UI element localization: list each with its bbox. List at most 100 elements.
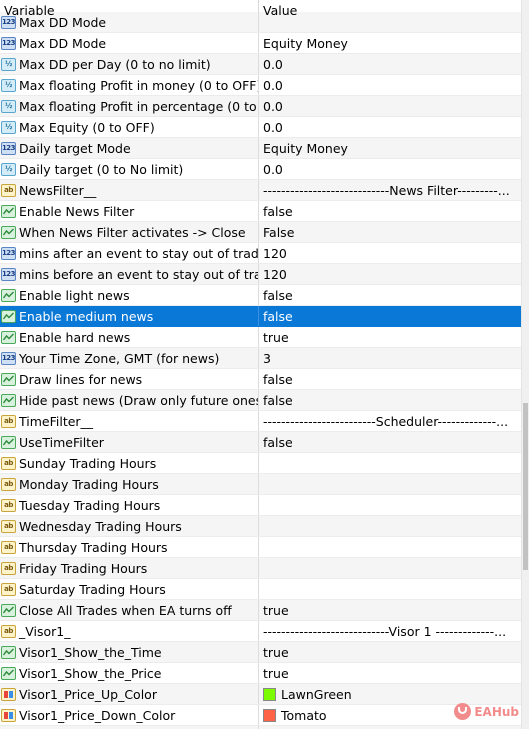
parameter-row[interactable]: ab Wednesday Trading Hours xyxy=(0,516,521,537)
value-cell[interactable]: false xyxy=(259,369,521,389)
value-cell[interactable]: ----------------------------Visor 1 ----… xyxy=(259,621,521,641)
value-cell[interactable] xyxy=(259,558,521,578)
value-cell[interactable]: False xyxy=(259,222,521,242)
parameter-row[interactable]: UseTimeFilter false xyxy=(0,432,521,453)
value-cell[interactable] xyxy=(259,579,521,599)
value-cell[interactable]: true xyxy=(259,600,521,620)
parameter-row[interactable]: 123 Max DD Mode xyxy=(0,12,521,33)
variable-cell[interactable]: ab Saturday Trading Hours xyxy=(0,579,259,599)
variable-cell[interactable]: Enable News Filter xyxy=(0,201,259,221)
parameter-row[interactable]: 123 mins after an event to stay out of tr… xyxy=(0,243,521,264)
color-swatch[interactable] xyxy=(263,708,276,722)
value-cell[interactable]: false xyxy=(259,201,521,221)
variable-cell[interactable]: ab Sunday Trading Hours xyxy=(0,453,259,473)
parameter-row[interactable]: ab Saturday Trading Hours xyxy=(0,579,521,600)
parameter-row[interactable]: ab Friday Trading Hours xyxy=(0,558,521,579)
parameter-row[interactable]: When News Filter activates -> Close False xyxy=(0,222,521,243)
parameter-row[interactable]: Close All Trades when EA turns off true xyxy=(0,600,521,621)
parameter-row[interactable]: ab Thursday Trading Hours xyxy=(0,537,521,558)
value-cell[interactable] xyxy=(259,453,521,473)
variable-cell[interactable]: 123 Max DD Mode xyxy=(0,12,259,32)
value-cell[interactable] xyxy=(259,474,521,494)
variable-cell[interactable]: ab Wednesday Trading Hours xyxy=(0,516,259,536)
value-cell[interactable]: true xyxy=(259,663,521,683)
value-cell[interactable]: 0.0 xyxy=(259,54,521,74)
parameter-row[interactable]: ab Tuesday Trading Hours xyxy=(0,495,521,516)
variable-cell[interactable]: ab Tuesday Trading Hours xyxy=(0,495,259,515)
value-cell[interactable]: Equity Money xyxy=(259,138,521,158)
value-cell[interactable]: 120 xyxy=(259,264,521,284)
value-cell[interactable]: false xyxy=(259,306,521,326)
value-cell[interactable]: false xyxy=(259,390,521,410)
value-cell[interactable] xyxy=(259,495,521,515)
parameter-row[interactable]: ½ Max floating Profit in percentage (0 to… xyxy=(0,96,521,117)
value-cell[interactable]: Equity Money xyxy=(259,33,521,53)
parameter-row[interactable]: 123 Your Time Zone, GMT (for news) 3 xyxy=(0,348,521,369)
value-cell[interactable]: 120 xyxy=(259,243,521,263)
variable-cell[interactable]: 123 mins before an event to stay out of t… xyxy=(0,264,259,284)
parameter-row[interactable]: ½ Max Equity (0 to OFF) 0.0 xyxy=(0,117,521,138)
parameter-row[interactable]: Visor1_Price_Down_Color Tomato xyxy=(0,705,521,726)
parameter-row[interactable]: ab Sunday Trading Hours xyxy=(0,453,521,474)
parameter-row[interactable]: 123 Max DD Mode Equity Money xyxy=(0,33,521,54)
variable-cell[interactable]: ab Thursday Trading Hours xyxy=(0,537,259,557)
parameter-row[interactable]: 123 mins before an event to stay out of t… xyxy=(0,264,521,285)
parameter-row[interactable]: Visor1_Show_the_Price true xyxy=(0,663,521,684)
variable-cell[interactable]: UseTimeFilter xyxy=(0,432,259,452)
variable-cell[interactable]: ½ Max DD per Day (0 to no limit) xyxy=(0,54,259,74)
variable-cell[interactable]: ½ Max floating Profit in money (0 to OFF) xyxy=(0,75,259,95)
variable-cell[interactable]: 123 mins after an event to stay out of tr… xyxy=(0,243,259,263)
parameter-row[interactable]: ½ Daily target (0 to No limit) 0.0 xyxy=(0,159,521,180)
variable-cell[interactable]: When News Filter activates -> Close xyxy=(0,222,259,242)
parameter-row[interactable]: Hide past news (Draw only future ones) fa… xyxy=(0,390,521,411)
parameter-row[interactable]: Visor1_Price_Up_Color LawnGreen xyxy=(0,684,521,705)
value-cell[interactable]: true xyxy=(259,642,521,662)
value-cell[interactable] xyxy=(259,12,521,32)
parameter-row[interactable]: ½ Max DD per Day (0 to no limit) 0.0 xyxy=(0,54,521,75)
variable-cell[interactable]: Visor1_Show_the_Price xyxy=(0,663,259,683)
parameter-row[interactable]: Enable hard news true xyxy=(0,327,521,348)
variable-cell[interactable]: ab Monday Trading Hours xyxy=(0,474,259,494)
variable-cell[interactable]: Enable medium news xyxy=(0,306,259,326)
variable-cell[interactable]: 123 Your Time Zone, GMT (for news) xyxy=(0,348,259,368)
parameter-row[interactable]: Draw lines for news false xyxy=(0,369,521,390)
variable-cell[interactable]: Enable hard news xyxy=(0,327,259,347)
variable-cell[interactable]: ½ Max floating Profit in percentage (0 to… xyxy=(0,96,259,116)
variable-cell[interactable]: Hide past news (Draw only future ones) xyxy=(0,390,259,410)
value-cell[interactable] xyxy=(259,516,521,536)
value-cell[interactable]: 0.0 xyxy=(259,96,521,116)
variable-cell[interactable]: ab Friday Trading Hours xyxy=(0,558,259,578)
value-cell[interactable]: LawnGreen xyxy=(259,684,521,704)
variable-cell[interactable]: Draw lines for news xyxy=(0,369,259,389)
variable-cell[interactable]: ½ Max Equity (0 to OFF) xyxy=(0,117,259,137)
parameter-row[interactable]: ab TimeFilter__ -------------------------S… xyxy=(0,411,521,432)
parameter-row[interactable]: Enable News Filter false xyxy=(0,201,521,222)
parameter-row[interactable]: ab NewsFilter__ --------------------------… xyxy=(0,180,521,201)
color-swatch[interactable] xyxy=(263,687,276,701)
value-cell[interactable]: -------------------------Scheduler------… xyxy=(259,411,521,431)
value-cell[interactable]: 0.0 xyxy=(259,159,521,179)
parameter-row[interactable]: Enable light news false xyxy=(0,285,521,306)
variable-cell[interactable]: Enable light news xyxy=(0,285,259,305)
variable-cell[interactable]: 123 Daily target Mode xyxy=(0,138,259,158)
parameter-row[interactable]: ab _Visor1_ ----------------------------Vi… xyxy=(0,621,521,642)
variable-cell[interactable]: ab TimeFilter__ xyxy=(0,411,259,431)
variable-cell[interactable]: ab NewsFilter__ xyxy=(0,180,259,200)
value-cell[interactable]: 0.0 xyxy=(259,117,521,137)
parameter-row[interactable]: Visor1_Show_the_Time true xyxy=(0,642,521,663)
value-cell[interactable]: false xyxy=(259,285,521,305)
variable-cell[interactable]: Close All Trades when EA turns off xyxy=(0,600,259,620)
scrollbar-thumb[interactable] xyxy=(523,403,528,570)
parameter-row[interactable]: ab Monday Trading Hours xyxy=(0,474,521,495)
value-cell[interactable]: false xyxy=(259,432,521,452)
value-cell[interactable]: 3 xyxy=(259,348,521,368)
variable-cell[interactable]: Visor1_Price_Up_Color xyxy=(0,684,259,704)
parameter-row[interactable]: 123 Daily target Mode Equity Money xyxy=(0,138,521,159)
parameter-row[interactable]: ½ Max floating Profit in money (0 to OFF)… xyxy=(0,75,521,96)
value-cell[interactable]: true xyxy=(259,327,521,347)
value-cell[interactable]: 0.0 xyxy=(259,75,521,95)
variable-cell[interactable]: Visor1_Price_Down_Color xyxy=(0,705,259,725)
parameter-row[interactable]: Enable medium news false xyxy=(0,306,521,327)
variable-cell[interactable]: Visor1_Show_the_Time xyxy=(0,642,259,662)
variable-cell[interactable]: 123 Max DD Mode xyxy=(0,33,259,53)
